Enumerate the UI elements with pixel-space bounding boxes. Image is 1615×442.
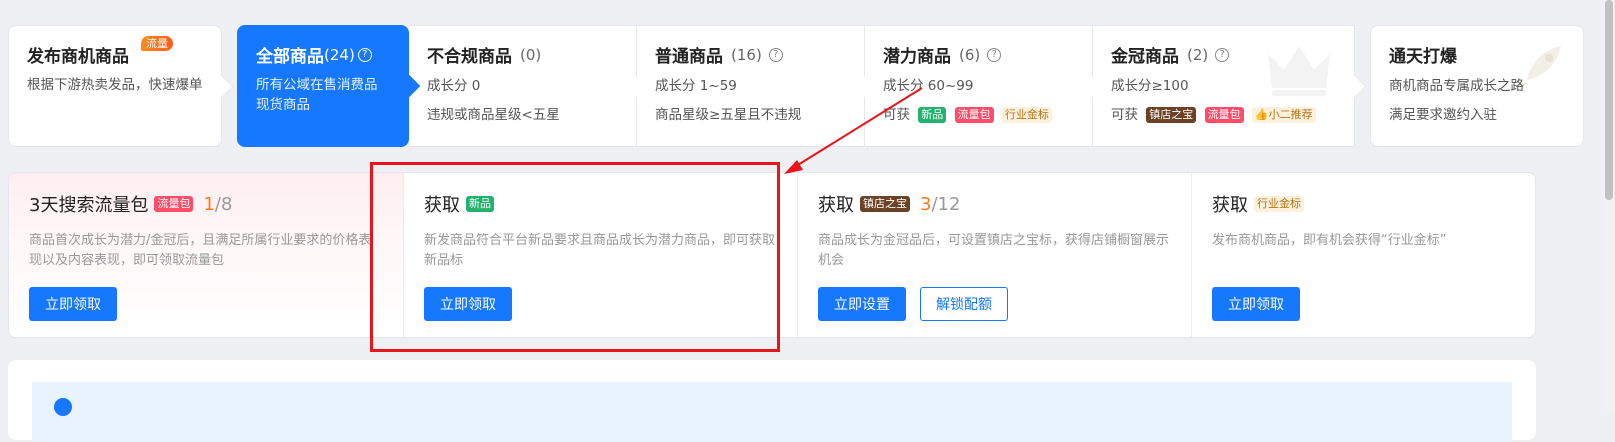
info-bar [32,382,1512,442]
flow-pack-tag: 流量包 [954,107,994,123]
growth-score: 成长分 1~59 [655,78,737,94]
info-icon [54,398,72,416]
category-desc: 所有公域在售消费品现货商品 [256,77,378,113]
growth-score: 成长分≥100 [1111,78,1189,94]
rewards-prefix: 可获 [883,107,910,123]
benefit-desc: 发布商机商品，即有机会获得“行业金标” [1212,233,1447,248]
quota-total: 8 [220,193,233,215]
category-count: (2) [1187,45,1209,64]
benefit-title: 获取 [818,195,854,216]
category-title: 发布商机商品 [27,47,129,67]
xiaoer-recommend-tag: 👍小二推荐 [1251,107,1316,123]
category-count: (0) [520,45,542,64]
category-count: (16) [731,45,762,64]
help-icon[interactable]: ? [357,47,372,62]
bottom-panel [8,360,1536,442]
category-line: 商机商品专属成长之路 [1389,78,1524,94]
flow-pack-tag: 流量包 [1204,107,1244,123]
category-card-normal[interactable]: 普通商品 (16) ? 成长分 1~59 商品星级≥五星且不违规 [637,25,865,147]
quota-current: 3 [920,193,932,215]
category-count: (6) [959,45,981,64]
benefit-industry-gold: 获取 行业金标 发布商机商品，即有机会获得“行业金标” 立即领取 [1191,173,1535,337]
new-tag: 新品 [466,196,494,212]
claim-button[interactable]: 立即领取 [424,287,512,321]
new-tag: 新品 [918,107,947,123]
scrollbar-thumb[interactable] [1605,0,1613,200]
hot-badge: 流量 [141,36,173,51]
growth-score: 成长分 0 [427,78,481,94]
category-title: 普通商品 [655,47,723,67]
quota-current: 1 [203,193,215,215]
benefit-flow-pack: 3天搜索流量包 流量包 1/8 商品首次成长为潜力/金冠后，且满足所属行业要求的… [9,173,403,337]
benefit-title: 获取 [424,195,460,216]
category-rewards: 可获 镇店之宝 流量包 👍小二推荐 [1111,105,1336,125]
benefit-desc: 商品首次成长为潜力/金冠后，且满足所属行业要求的价格表现以及内容表现，即可领取流… [29,233,372,268]
category-title: 潜力商品 [883,47,951,67]
category-desc: 根据下游热卖发品，快速爆单 [27,77,203,93]
benefit-title: 3天搜索流量包 [29,195,149,216]
category-title: 通天打爆 [1389,47,1457,67]
rewards-prefix: 可获 [1111,107,1138,123]
category-rule: 商品星级≥五星且不违规 [655,107,802,123]
store-treasure-tag: 镇店之宝 [860,196,910,212]
category-title: 金冠商品 [1111,47,1179,67]
set-now-button[interactable]: 立即设置 [818,287,906,321]
help-icon[interactable]: ? [768,47,783,62]
quota-progress: 1/8 [203,194,232,215]
growth-score: 成长分 60~99 [883,78,974,94]
flow-pack-tag: 流量包 [154,196,194,212]
category-rewards: 可获 新品 流量包 行业金标 [883,105,1074,125]
store-treasure-tag: 镇店之宝 [1146,107,1197,123]
help-icon[interactable]: ? [987,47,1002,62]
category-card-opportunity[interactable]: 流量 发布商机商品 根据下游热卖发品，快速爆单 [8,25,222,147]
category-count: (24) [324,45,355,64]
benefit-new-tag: 获取 新品 新发商品符合平台新品要求且商品成长为潜力商品，即可获取新品标 立即领… [403,173,797,337]
category-card-noncompliant[interactable]: 不合规商品 (0) 成长分 0 违规或商品星级<五星 [409,25,637,147]
benefit-panel: 3天搜索流量包 流量包 1/8 商品首次成长为潜力/金冠后，且满足所属行业要求的… [8,172,1536,338]
benefit-desc: 商品成长为金冠品后，可设置镇店之宝标，获得店铺橱窗展示机会 [818,233,1170,268]
category-rule: 违规或商品星级<五星 [427,107,560,123]
thumb-icon: 👍 [1254,108,1269,121]
scrollbar-track[interactable] [1603,0,1615,414]
category-line: 满足要求邀约入驻 [1389,107,1497,123]
help-icon[interactable]: ? [1215,47,1230,62]
industry-gold-tag: 行业金标 [1001,107,1052,123]
xiaoer-recommend-label: 小二推荐 [1268,108,1313,121]
benefit-store-treasure: 获取 镇店之宝 3/12 商品成长为金冠品后，可设置镇店之宝标，获得店铺橱窗展示… [797,173,1191,337]
benefit-desc: 新发商品符合平台新品要求且商品成长为潜力商品，即可获取新品标 [424,233,776,268]
benefit-title: 获取 [1212,195,1248,216]
quota-progress: 3/12 [920,194,960,215]
category-card-potential[interactable]: 潜力商品 (6) ? 成长分 60~99 可获 新品 流量包 行业金标 [865,25,1093,147]
category-card-all[interactable]: 全部商品 (24) ? 所有公域在售消费品现货商品 [237,25,409,147]
industry-gold-tag: 行业金标 [1254,196,1304,212]
claim-button[interactable]: 立即领取 [1212,287,1300,321]
category-title: 全部商品 [256,47,324,67]
unlock-quota-button[interactable]: 解锁配额 [920,287,1008,321]
category-title: 不合规商品 [427,47,512,67]
quota-total: 12 [937,193,961,215]
category-card-gold-crown[interactable]: 金冠商品 (2) ? 成长分≥100 可获 镇店之宝 流量包 👍小二推荐 [1093,25,1355,147]
claim-button[interactable]: 立即领取 [29,287,117,321]
category-card-tongtian[interactable]: 通天打爆 商机商品专属成长之路 满足要求邀约入驻 [1370,25,1584,147]
